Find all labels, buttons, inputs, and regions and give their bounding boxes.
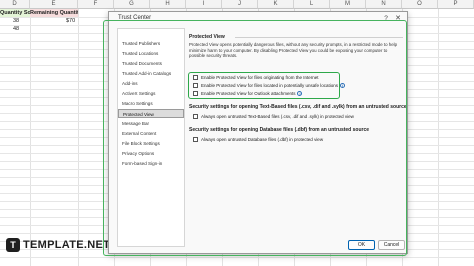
nav-item-trusted-publishers[interactable]: Trusted Publishers (118, 39, 184, 48)
nav-item-trusted-add-in-catalogs[interactable]: Trusted Add-in Catalogs (118, 69, 184, 78)
info-icon[interactable]: i (340, 83, 345, 88)
info-icon[interactable]: i (297, 91, 303, 96)
header-cell-remaining-quantity[interactable]: Remaining Quantity (30, 9, 78, 17)
column-header-p[interactable]: P (438, 0, 474, 9)
protected-view-pane: Protected View Protected View opens pote… (188, 28, 407, 238)
nav-item-message-bar[interactable]: Message Bar (118, 119, 184, 128)
column-header-n[interactable]: N (366, 0, 402, 9)
close-icon[interactable]: ✕ (393, 14, 403, 24)
nav-item-macro-settings[interactable]: Macro Settings (118, 99, 184, 108)
option-database-files[interactable]: Always open untrusted Database files (.d… (193, 136, 323, 143)
cell-value[interactable]: $70 (66, 17, 75, 25)
column-header-o[interactable]: O (402, 0, 438, 9)
help-icon[interactable]: ? (381, 14, 391, 24)
column-header-h[interactable]: H (150, 0, 186, 9)
column-header-f[interactable]: F (78, 0, 114, 9)
option-text-based-files-label: Always open untrusted Text-Based files (… (201, 114, 354, 119)
checkbox-outlook-attachments[interactable] (193, 91, 198, 96)
nav-item-trusted-documents[interactable]: Trusted Documents (118, 59, 184, 68)
trust-center-dialog: Trust Center ? ✕ Trusted Publishers Trus… (108, 11, 408, 254)
checkbox-internet-files[interactable] (193, 75, 198, 80)
template-net-watermark: T TEMPLATE.NET (6, 238, 110, 252)
column-header-j[interactable]: J (222, 0, 258, 9)
nav-item-external-content[interactable]: External Content (118, 129, 184, 138)
dialog-titlebar: Trust Center ? ✕ (109, 12, 407, 26)
option-unsafe-locations-label: Enable Protected View for files located … (201, 83, 338, 88)
protected-view-heading: Protected View (189, 34, 225, 40)
cell-value[interactable]: 38 (13, 17, 19, 25)
grid-line (0, 257, 474, 258)
option-unsafe-locations[interactable]: Enable Protected View for files located … (193, 82, 345, 89)
nav-item-activex-settings[interactable]: ActiveX Settings (118, 89, 184, 98)
option-internet-files-label: Enable Protected View for files originat… (201, 75, 319, 80)
checkbox-unsafe-locations[interactable] (193, 83, 198, 88)
cancel-button[interactable]: Cancel (378, 240, 405, 250)
checkbox-database-files[interactable] (193, 137, 198, 142)
section-divider (235, 37, 403, 38)
header-cell-quantity-sold[interactable]: Quantity Sold (0, 9, 30, 17)
protected-view-description: Protected View opens potentially dangero… (189, 42, 398, 59)
nav-item-add-ins[interactable]: Add-ins (118, 79, 184, 88)
nav-item-privacy-options[interactable]: Privacy Options (118, 149, 184, 158)
column-header-l[interactable]: L (294, 0, 330, 9)
cell-value[interactable]: 48 (13, 25, 19, 33)
option-database-files-label: Always open untrusted Database files (.d… (201, 137, 324, 142)
option-internet-files[interactable]: Enable Protected View for files originat… (193, 74, 318, 81)
trust-center-nav: Trusted Publishers Trusted Locations Tru… (117, 28, 185, 247)
column-header-m[interactable]: M (330, 0, 366, 9)
column-header-e[interactable]: E (30, 0, 78, 9)
database-security-heading: Security settings for opening Database f… (189, 127, 370, 133)
logo-text: TEMPLATE.NET (23, 239, 111, 251)
option-outlook-attachments-label: Enable Protected View for Outlook attach… (201, 91, 296, 96)
column-header-g[interactable]: G (114, 0, 150, 9)
nav-item-trusted-locations[interactable]: Trusted Locations (118, 49, 184, 58)
logo-mark-icon: T (6, 238, 20, 252)
nav-item-file-block-settings[interactable]: File Block Settings (118, 139, 184, 148)
column-header-i[interactable]: I (186, 0, 222, 9)
text-based-security-heading: Security settings for opening Text-Based… (189, 104, 407, 110)
option-text-based-files[interactable]: Always open untrusted Text-Based files (… (193, 113, 354, 120)
nav-item-protected-view[interactable]: Protected View (118, 109, 184, 118)
column-header-k[interactable]: K (258, 0, 294, 9)
column-header-d[interactable]: D (0, 0, 30, 9)
option-outlook-attachments[interactable]: Enable Protected View for Outlook attach… (193, 90, 303, 97)
nav-item-form-based-sign-in[interactable]: Form-based Sign-in (118, 159, 184, 168)
ok-button[interactable]: OK (348, 240, 375, 250)
checkbox-text-based-files[interactable] (193, 114, 198, 119)
dialog-title: Trust Center (118, 15, 152, 21)
